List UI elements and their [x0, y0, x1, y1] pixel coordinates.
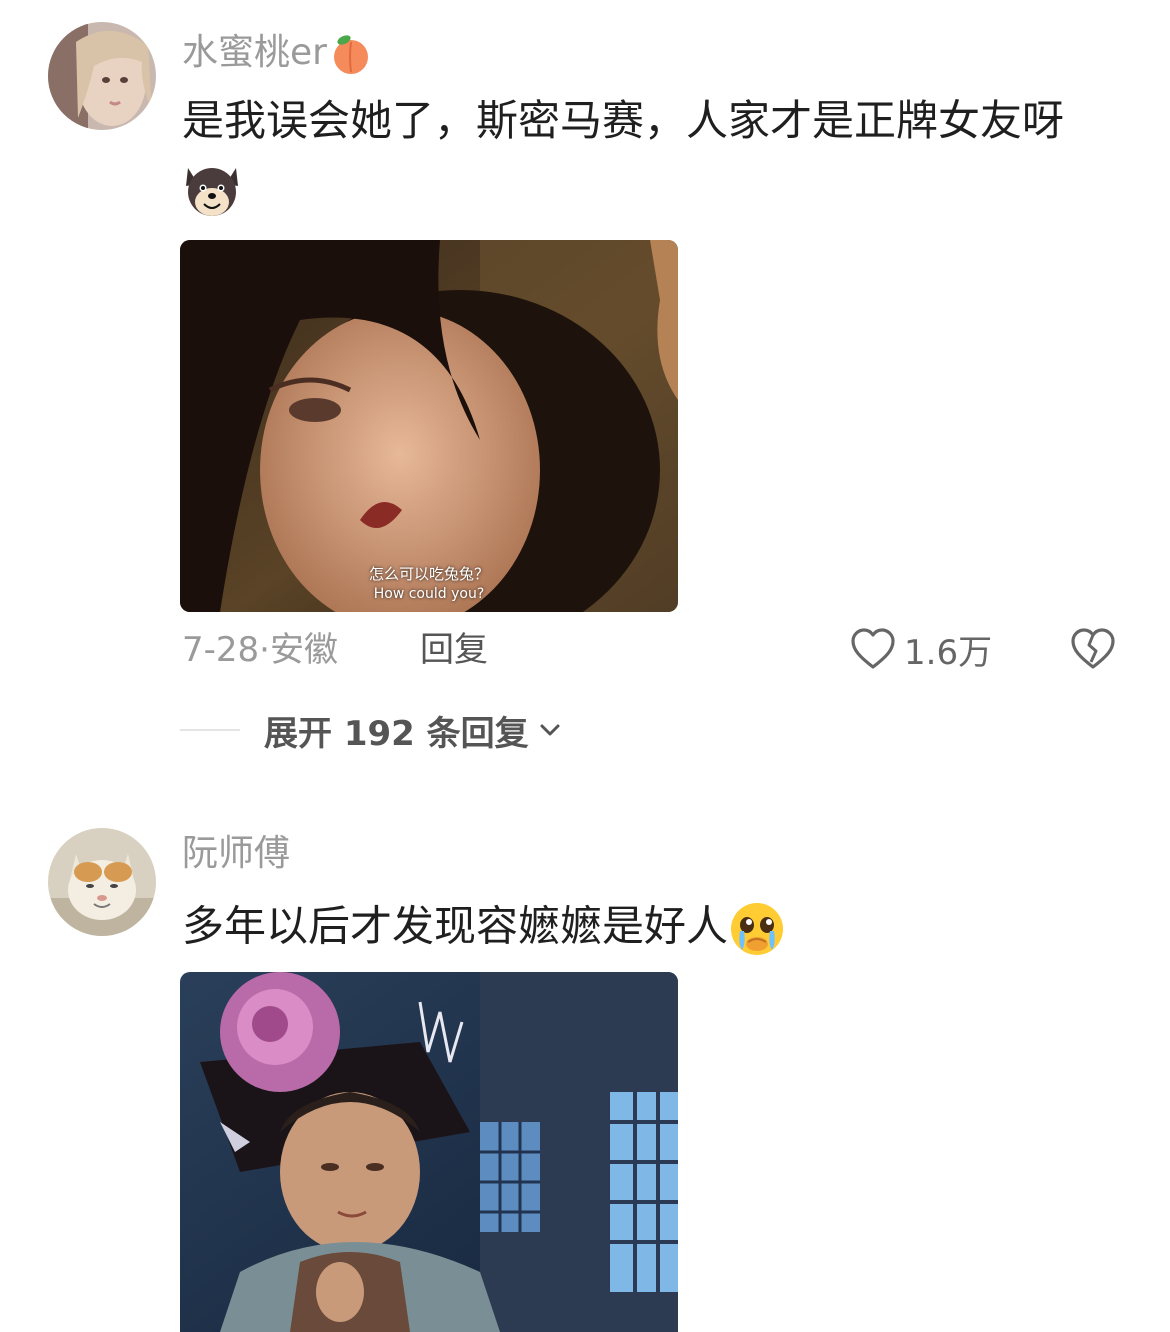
comment-date: 7-28 — [182, 630, 260, 670]
comment-text-label: 多年以后才发现容嬷嬷是好人 — [182, 901, 729, 951]
like-count: 1.6万 — [904, 632, 993, 673]
chevron-down-icon — [540, 724, 560, 736]
heart-outline-icon — [851, 628, 895, 669]
dog-face-sticker-icon — [182, 162, 242, 220]
cat-avatar-image — [48, 828, 156, 936]
expand-replies-button[interactable]: 展开 192 条回复 — [264, 706, 563, 755]
reply-button[interactable]: 回复 — [420, 628, 488, 672]
like-button[interactable]: 1.6万 — [848, 624, 992, 674]
comment-text-1: 是我误会她了，斯密马赛，人家才是正牌女友呀 — [182, 96, 1065, 145]
comment-location: 安徽 — [269, 630, 338, 670]
tv-drama-still-image — [180, 972, 678, 1332]
username-2[interactable]: 阮师傅 — [182, 836, 290, 872]
dislike-button[interactable] — [1068, 624, 1118, 674]
subtitle-chinese: 怎么可以吃兔兔？ — [368, 565, 489, 583]
peach-emoji-icon — [333, 35, 368, 74]
comment-image-1[interactable]: 怎么可以吃兔兔？ How could you? — [180, 240, 678, 612]
username-label: 阮师傅 — [182, 833, 291, 874]
meta-separator: · — [259, 630, 270, 670]
avatar-image — [48, 22, 156, 130]
username-label: 水蜜桃er — [182, 32, 327, 73]
comment-image-2[interactable] — [180, 972, 678, 1332]
comment-meta-1: 7-28·安徽 — [182, 628, 338, 672]
comment-text-2: 多年以后才发现容嬷嬷是好人 — [182, 900, 786, 958]
movie-still-image — [180, 240, 678, 612]
broken-heart-icon — [1071, 628, 1115, 669]
expand-replies-label: 展开 192 条回复 — [264, 713, 529, 754]
username-1[interactable]: 水蜜桃er — [182, 32, 373, 76]
avatar-user-1[interactable] — [48, 22, 156, 130]
expand-replies-row: 展开 192 条回复 — [180, 706, 563, 755]
divider-line — [180, 729, 240, 731]
avatar-user-2[interactable] — [48, 828, 156, 936]
pleading-tears-emoji-icon — [731, 903, 784, 955]
subtitle-english: How could you? — [373, 586, 485, 602]
